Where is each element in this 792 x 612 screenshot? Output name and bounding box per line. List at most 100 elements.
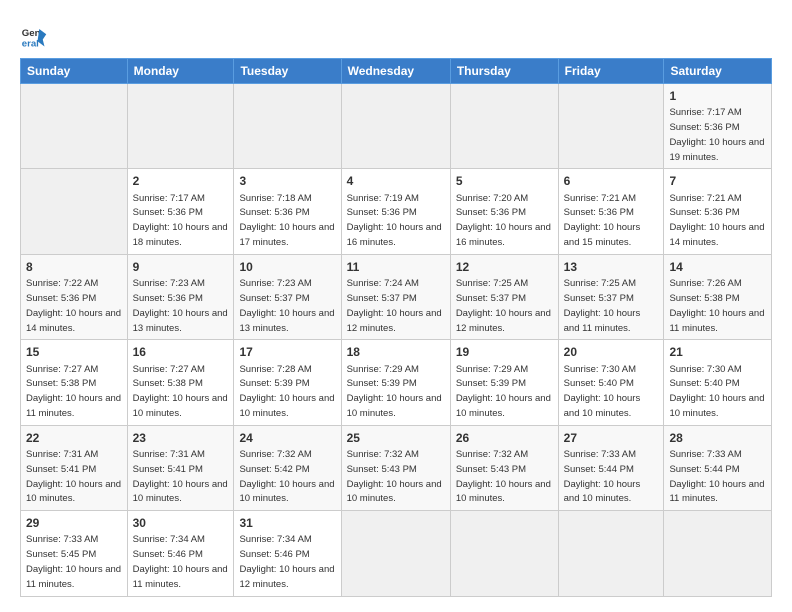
day-info: Sunrise: 7:26 AMSunset: 5:38 PMDaylight:…: [669, 278, 764, 333]
day-info: Sunrise: 7:21 AMSunset: 5:36 PMDaylight:…: [669, 193, 764, 248]
day-number: 24: [239, 430, 335, 446]
day-cell: 10 Sunrise: 7:23 AMSunset: 5:37 PMDayligh…: [234, 254, 341, 339]
day-cell: 22Sunrise: 7:31 AMSunset: 5:41 PMDayligh…: [21, 425, 128, 510]
day-cell: 19Sunrise: 7:29 AMSunset: 5:39 PMDayligh…: [450, 340, 558, 425]
day-number: 6: [564, 173, 659, 189]
empty-cell: [450, 84, 558, 169]
day-number: 8: [26, 259, 122, 275]
header: Gen eral: [20, 18, 772, 50]
day-info: Sunrise: 7:27 AMSunset: 5:38 PMDaylight:…: [133, 364, 228, 419]
day-cell: 26 Sunrise: 7:32 AMSunset: 5:43 PMDayligh…: [450, 425, 558, 510]
day-cell: 7 Sunrise: 7:21 AMSunset: 5:36 PMDaylight…: [664, 169, 772, 254]
day-info: Sunrise: 7:30 AMSunset: 5:40 PMDaylight:…: [564, 364, 641, 419]
day-cell: 1 Sunrise: 7:17 AMSunset: 5:36 PMDaylight…: [664, 84, 772, 169]
day-number: 30: [133, 515, 229, 531]
column-header-wednesday: Wednesday: [341, 59, 450, 84]
day-number: 21: [669, 344, 766, 360]
day-number: 28: [669, 430, 766, 446]
day-info: Sunrise: 7:33 AMSunset: 5:44 PMDaylight:…: [669, 449, 764, 504]
day-number: 14: [669, 259, 766, 275]
day-number: 27: [564, 430, 659, 446]
column-header-tuesday: Tuesday: [234, 59, 341, 84]
day-cell: 25 Sunrise: 7:32 AMSunset: 5:43 PMDayligh…: [341, 425, 450, 510]
column-header-sunday: Sunday: [21, 59, 128, 84]
day-info: Sunrise: 7:34 AMSunset: 5:46 PMDaylight:…: [133, 534, 228, 589]
day-cell: 18 Sunrise: 7:29 AMSunset: 5:39 PMDayligh…: [341, 340, 450, 425]
day-number: 10: [239, 259, 335, 275]
day-info: Sunrise: 7:17 AMSunset: 5:36 PMDaylight:…: [133, 193, 228, 248]
day-number: 1: [669, 88, 766, 104]
empty-cell: [341, 511, 450, 596]
day-number: 29: [26, 515, 122, 531]
logo: Gen eral: [20, 22, 50, 50]
day-info: Sunrise: 7:31 AMSunset: 5:41 PMDaylight:…: [133, 449, 228, 504]
day-info: Sunrise: 7:29 AMSunset: 5:39 PMDaylight:…: [347, 364, 442, 419]
column-header-saturday: Saturday: [664, 59, 772, 84]
day-cell: 31 Sunrise: 7:34 AMSunset: 5:46 PMDayligh…: [234, 511, 341, 596]
day-info: Sunrise: 7:23 AMSunset: 5:37 PMDaylight:…: [239, 278, 334, 333]
day-number: 5: [456, 173, 553, 189]
day-info: Sunrise: 7:20 AMSunset: 5:36 PMDaylight:…: [456, 193, 551, 248]
day-number: 13: [564, 259, 659, 275]
day-number: 4: [347, 173, 445, 189]
day-cell: 6 Sunrise: 7:21 AMSunset: 5:36 PMDaylight…: [558, 169, 664, 254]
day-number: 31: [239, 515, 335, 531]
day-info: Sunrise: 7:19 AMSunset: 5:36 PMDaylight:…: [347, 193, 442, 248]
day-info: Sunrise: 7:21 AMSunset: 5:36 PMDaylight:…: [564, 193, 641, 248]
day-info: Sunrise: 7:31 AMSunset: 5:41 PMDaylight:…: [26, 449, 121, 504]
day-info: Sunrise: 7:23 AMSunset: 5:36 PMDaylight:…: [133, 278, 228, 333]
day-number: 12: [456, 259, 553, 275]
day-number: 11: [347, 259, 445, 275]
day-info: Sunrise: 7:22 AMSunset: 5:36 PMDaylight:…: [26, 278, 121, 333]
calendar-week-row: 8 Sunrise: 7:22 AMSunset: 5:36 PMDaylight…: [21, 254, 772, 339]
calendar-page: Gen eral SundayMondayTuesdayWednesdayThu…: [0, 0, 792, 607]
day-cell: 8 Sunrise: 7:22 AMSunset: 5:36 PMDaylight…: [21, 254, 128, 339]
calendar-week-row: 1 Sunrise: 7:17 AMSunset: 5:36 PMDaylight…: [21, 84, 772, 169]
calendar-table: SundayMondayTuesdayWednesdayThursdayFrid…: [20, 58, 772, 597]
day-cell: 5 Sunrise: 7:20 AMSunset: 5:36 PMDaylight…: [450, 169, 558, 254]
day-info: Sunrise: 7:32 AMSunset: 5:43 PMDaylight:…: [456, 449, 551, 504]
empty-cell: [558, 511, 664, 596]
day-number: 16: [133, 344, 229, 360]
day-cell: 11 Sunrise: 7:24 AMSunset: 5:37 PMDayligh…: [341, 254, 450, 339]
day-number: 9: [133, 259, 229, 275]
day-cell: 28 Sunrise: 7:33 AMSunset: 5:44 PMDayligh…: [664, 425, 772, 510]
day-info: Sunrise: 7:32 AMSunset: 5:43 PMDaylight:…: [347, 449, 442, 504]
day-info: Sunrise: 7:28 AMSunset: 5:39 PMDaylight:…: [239, 364, 334, 419]
day-info: Sunrise: 7:30 AMSunset: 5:40 PMDaylight:…: [669, 364, 764, 419]
day-info: Sunrise: 7:33 AMSunset: 5:45 PMDaylight:…: [26, 534, 121, 589]
day-info: Sunrise: 7:18 AMSunset: 5:36 PMDaylight:…: [239, 193, 334, 248]
day-cell: 27Sunrise: 7:33 AMSunset: 5:44 PMDayligh…: [558, 425, 664, 510]
day-info: Sunrise: 7:27 AMSunset: 5:38 PMDaylight:…: [26, 364, 121, 419]
day-cell: 4 Sunrise: 7:19 AMSunset: 5:36 PMDaylight…: [341, 169, 450, 254]
empty-cell: [234, 84, 341, 169]
calendar-week-row: 2 Sunrise: 7:17 AMSunset: 5:36 PMDaylight…: [21, 169, 772, 254]
empty-cell: [21, 84, 128, 169]
day-cell: 24 Sunrise: 7:32 AMSunset: 5:42 PMDayligh…: [234, 425, 341, 510]
day-cell: 20Sunrise: 7:30 AMSunset: 5:40 PMDayligh…: [558, 340, 664, 425]
day-number: 2: [133, 173, 229, 189]
logo-icon: Gen eral: [20, 22, 48, 50]
day-number: 7: [669, 173, 766, 189]
day-info: Sunrise: 7:29 AMSunset: 5:39 PMDaylight:…: [456, 364, 551, 419]
day-number: 17: [239, 344, 335, 360]
day-info: Sunrise: 7:24 AMSunset: 5:37 PMDaylight:…: [347, 278, 442, 333]
empty-cell: [558, 84, 664, 169]
day-number: 18: [347, 344, 445, 360]
day-number: 15: [26, 344, 122, 360]
day-info: Sunrise: 7:34 AMSunset: 5:46 PMDaylight:…: [239, 534, 334, 589]
column-header-monday: Monday: [127, 59, 234, 84]
empty-cell: [450, 511, 558, 596]
day-cell: 15 Sunrise: 7:27 AMSunset: 5:38 PMDayligh…: [21, 340, 128, 425]
day-number: 26: [456, 430, 553, 446]
day-cell: 9 Sunrise: 7:23 AMSunset: 5:36 PMDaylight…: [127, 254, 234, 339]
day-number: 23: [133, 430, 229, 446]
empty-cell: [127, 84, 234, 169]
day-info: Sunrise: 7:32 AMSunset: 5:42 PMDaylight:…: [239, 449, 334, 504]
day-cell: 12 Sunrise: 7:25 AMSunset: 5:37 PMDayligh…: [450, 254, 558, 339]
day-number: 25: [347, 430, 445, 446]
day-info: Sunrise: 7:17 AMSunset: 5:36 PMDaylight:…: [669, 107, 764, 162]
day-cell: 14 Sunrise: 7:26 AMSunset: 5:38 PMDayligh…: [664, 254, 772, 339]
svg-text:eral: eral: [22, 39, 39, 50]
day-info: Sunrise: 7:25 AMSunset: 5:37 PMDaylight:…: [456, 278, 551, 333]
